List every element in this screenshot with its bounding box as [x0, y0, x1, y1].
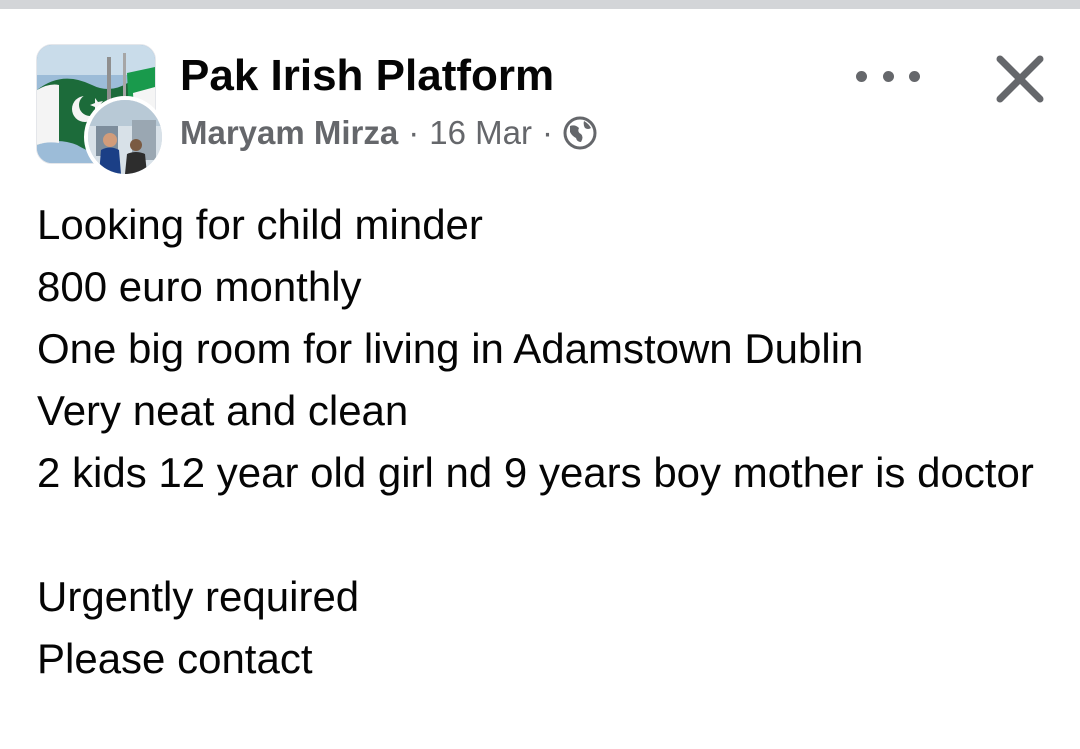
post-line: Urgently required — [37, 573, 360, 620]
post-header: Pak Irish Platform Maryam Mirza · 16 Mar… — [180, 51, 597, 153]
author-name[interactable]: Maryam Mirza — [180, 113, 398, 153]
more-horizontal-icon — [856, 70, 867, 82]
group-name[interactable]: Pak Irish Platform — [180, 51, 597, 101]
post-line: 2 kids 12 year old girl nd 9 years boy m… — [37, 449, 1034, 496]
more-dot — [882, 70, 894, 82]
more-dot — [909, 70, 920, 82]
post-line: One big room for living in Adamstown Dub… — [37, 325, 864, 372]
post-line: Very neat and clean — [37, 387, 409, 434]
group-post: Pak Irish Platform Maryam Mirza · 16 Mar… — [0, 9, 1080, 749]
post-line — [37, 504, 1047, 566]
close-icon — [996, 55, 1044, 103]
globe-icon — [563, 116, 597, 150]
close-button[interactable] — [990, 49, 1050, 109]
post-meta: Maryam Mirza · 16 Mar · — [180, 113, 597, 153]
post-line: 800 euro monthly — [37, 263, 362, 310]
author-avatar[interactable] — [84, 96, 166, 178]
meta-separator: · — [408, 114, 420, 151]
post-date[interactable]: 16 Mar — [429, 113, 532, 153]
post-line: Looking for child minder — [37, 201, 483, 248]
meta-separator: · — [541, 114, 553, 151]
post-avatars[interactable] — [36, 44, 166, 178]
top-divider — [0, 0, 1080, 9]
author-photo — [88, 100, 162, 174]
post-line: Please contact — [37, 635, 313, 682]
post-body: Looking for child minder 800 euro monthl… — [37, 194, 1047, 690]
more-options-button[interactable] — [856, 59, 920, 93]
